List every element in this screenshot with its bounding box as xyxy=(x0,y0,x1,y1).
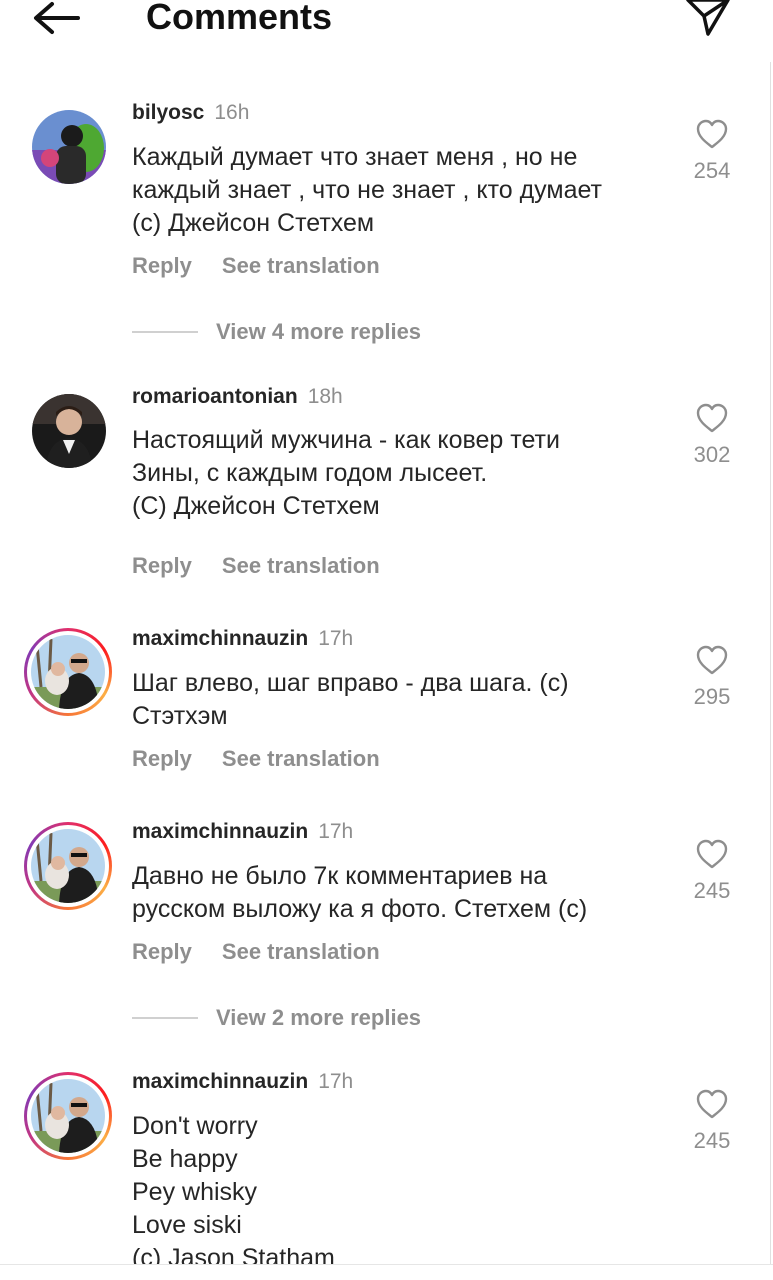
see-translation-button[interactable]: See translation xyxy=(222,553,380,578)
avatar-story-ring[interactable] xyxy=(24,628,112,716)
comment-line: Каждый думает что знает меня , но не xyxy=(132,143,578,171)
comment-line: Love siski xyxy=(132,1211,242,1239)
heart-icon[interactable] xyxy=(695,644,729,676)
see-translation-button[interactable]: See translation xyxy=(222,253,380,278)
timestamp: 17h xyxy=(318,1070,354,1093)
like-control: 245 xyxy=(692,1088,732,1154)
like-control: 245 xyxy=(692,838,732,904)
comment-actions: Reply See translation xyxy=(132,552,380,580)
comment-meta: romarioantonian 18h xyxy=(132,384,343,410)
comment-text: Каждый думает что знает меня , но не каж… xyxy=(132,141,682,240)
comment-text: Настоящий мужчина - как ковер тети Зины,… xyxy=(132,424,682,523)
like-count: 245 xyxy=(693,878,731,903)
username[interactable]: maximchinnauzin xyxy=(132,1070,308,1093)
username[interactable]: maximchinnauzin xyxy=(132,820,308,843)
avatar-story-ring[interactable] xyxy=(24,822,112,910)
view-more-replies-label: View 4 more replies xyxy=(216,319,422,344)
header: Comments xyxy=(0,0,773,60)
comment-line: каждый знает , что не знает , кто думает xyxy=(132,176,603,204)
avatar-story-ring[interactable] xyxy=(24,1072,112,1160)
comment-meta: maximchinnauzin 17h xyxy=(132,819,353,845)
like-control: 302 xyxy=(692,402,732,468)
comment-line: Зины, с каждым годом лысеет. xyxy=(132,459,488,487)
comment-text: Don't worry Be happy Pey whisky Love sis… xyxy=(132,1110,682,1275)
like-control: 295 xyxy=(692,644,732,710)
comment-line: русском выложу ка я фото. Стетхем (с) xyxy=(132,895,588,923)
view-more-replies[interactable]: View 2 more replies xyxy=(132,1005,421,1035)
comment-meta: maximchinnauzin 17h xyxy=(132,626,353,652)
view-more-replies-label: View 2 more replies xyxy=(216,1005,422,1030)
heart-icon[interactable] xyxy=(695,1088,729,1120)
reply-button[interactable]: Reply xyxy=(132,553,192,578)
avatar[interactable] xyxy=(32,110,106,184)
reply-button[interactable]: Reply xyxy=(132,253,192,278)
like-count: 254 xyxy=(693,158,731,183)
avatar[interactable] xyxy=(32,394,106,468)
divider xyxy=(132,1017,198,1019)
scrollbar-track xyxy=(770,62,771,1272)
comment-line: Pey whisky xyxy=(132,1178,258,1206)
bottom-edge xyxy=(0,1265,773,1280)
comment-text: Давно не было 7к комментариев на русском… xyxy=(132,860,682,926)
heart-icon[interactable] xyxy=(695,838,729,870)
username[interactable]: bilyosc xyxy=(132,101,204,124)
comment-actions: Reply See translation xyxy=(132,745,380,773)
comment-line: Стэтхэм xyxy=(132,702,228,730)
timestamp: 17h xyxy=(318,627,354,650)
view-more-replies[interactable]: View 4 more replies xyxy=(132,319,421,349)
divider xyxy=(132,331,198,333)
paper-plane-icon[interactable] xyxy=(682,0,734,40)
avatar xyxy=(31,829,105,903)
see-translation-button[interactable]: See translation xyxy=(222,939,380,964)
comment-line: Настоящий мужчина - как ковер тети xyxy=(132,426,560,454)
timestamp: 16h xyxy=(214,101,250,124)
comment-line: Шаг влево, шаг вправо - два шага. (с) xyxy=(132,669,569,697)
comment-line: (с) Джейсон Стетхем xyxy=(132,209,375,237)
comment-meta: bilyosc 16h xyxy=(132,100,249,126)
like-count: 295 xyxy=(693,684,731,709)
avatar xyxy=(31,1079,105,1153)
comment-line: Давно не было 7к комментариев на xyxy=(132,862,548,890)
avatar xyxy=(31,635,105,709)
timestamp: 18h xyxy=(307,385,343,408)
see-translation-button[interactable]: See translation xyxy=(222,746,380,771)
heart-icon[interactable] xyxy=(695,402,729,434)
arrow-left-icon[interactable] xyxy=(28,0,84,40)
username[interactable]: maximchinnauzin xyxy=(132,627,308,650)
comment-line: (С) Джейсон Стетхем xyxy=(132,492,380,520)
heart-icon[interactable] xyxy=(695,118,729,150)
timestamp: 17h xyxy=(318,820,354,843)
comment-meta: maximchinnauzin 17h xyxy=(132,1069,353,1095)
comment-text: Шаг влево, шаг вправо - два шага. (с) Ст… xyxy=(132,667,682,733)
comment-line: Don't worry xyxy=(132,1112,258,1140)
like-count: 245 xyxy=(693,1128,731,1153)
reply-button[interactable]: Reply xyxy=(132,939,192,964)
comment-actions: Reply See translation xyxy=(132,938,380,966)
page-title: Comments xyxy=(146,0,333,37)
username[interactable]: romarioantonian xyxy=(132,385,298,408)
reply-button[interactable]: Reply xyxy=(132,746,192,771)
comment-line: Be happy xyxy=(132,1145,238,1173)
comment-actions: Reply See translation xyxy=(132,252,380,280)
like-control: 254 xyxy=(692,118,732,184)
like-count: 302 xyxy=(693,442,731,467)
